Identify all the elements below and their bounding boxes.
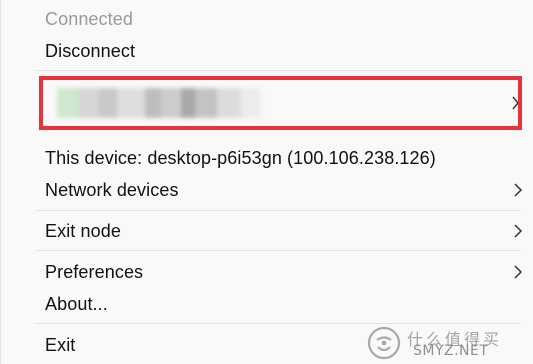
about-label: About...: [45, 293, 108, 314]
this-device-label: This device: desktop-p6i53gn (100.106.23…: [45, 147, 436, 168]
exit-node-label: Exit node: [45, 220, 121, 241]
preferences-label: Preferences: [45, 261, 144, 282]
red-highlight-box: [39, 76, 522, 130]
network-devices-label: Network devices: [45, 179, 179, 200]
disconnect-menu-item[interactable]: Disconnect: [45, 35, 533, 67]
exit-label: Exit: [45, 334, 76, 355]
disconnect-label: Disconnect: [45, 40, 136, 61]
chevron-right-icon: [514, 224, 523, 238]
watermark: 什么值得买 SMYZ.NET: [367, 326, 527, 360]
network-devices-menu-item[interactable]: Network devices: [45, 174, 533, 206]
about-menu-item[interactable]: About...: [45, 288, 533, 320]
status-connected: Connected: [45, 3, 533, 35]
status-label: Connected: [45, 8, 133, 29]
menu-separator: [35, 250, 521, 251]
menu-separator: [35, 70, 521, 71]
tray-context-menu: Connected Disconnect This device: deskto…: [0, 0, 533, 364]
this-device-menu-item[interactable]: This device: desktop-p6i53gn (100.106.23…: [45, 142, 533, 174]
exit-node-menu-item[interactable]: Exit node: [45, 215, 533, 247]
preferences-menu-item[interactable]: Preferences: [45, 256, 533, 288]
chevron-right-icon: [514, 265, 523, 279]
menu-separator: [35, 323, 521, 324]
smzdm-logo-icon: [367, 326, 401, 360]
chevron-right-icon: [514, 183, 523, 197]
menu-separator: [35, 210, 521, 211]
watermark-site-text: SMYZ.NET: [413, 343, 489, 359]
